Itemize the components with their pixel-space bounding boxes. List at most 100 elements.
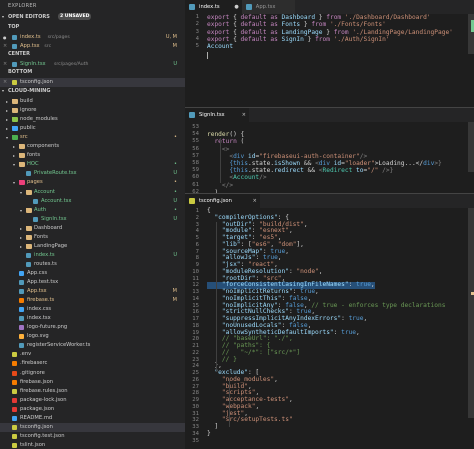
- close-icon[interactable]: ●: [3, 33, 7, 42]
- indent-guide: [216, 222, 217, 372]
- file-item[interactable]: tslint.json: [0, 441, 185, 449]
- open-editor-item[interactable]: × App.tsx src M: [0, 42, 185, 51]
- item-name: firebase.rules.json: [20, 387, 68, 394]
- code-line[interactable]: export { default as LandingPage } from '…: [207, 29, 453, 36]
- open-editors-label: OPEN EDITORS: [8, 14, 50, 20]
- editor-tab[interactable]: SignIn.tsx ×: [185, 108, 249, 122]
- file-item[interactable]: Account.tsx U: [0, 197, 185, 206]
- code-line[interactable]: export { default as SignIn } from './Aut…: [207, 36, 390, 43]
- code-line[interactable]: {this.state.isShown && <div id="loader">…: [207, 160, 441, 167]
- chevron-right-icon[interactable]: ▸: [13, 142, 15, 151]
- chevron-down-icon[interactable]: ▾: [13, 160, 15, 169]
- file-item[interactable]: .firebaserc: [0, 359, 185, 368]
- close-icon[interactable]: ×: [253, 194, 257, 208]
- file-item[interactable]: App.css: [0, 269, 185, 278]
- folder-item[interactable]: ▸ Fonts: [0, 233, 185, 242]
- chevron-right-icon[interactable]: ▸: [6, 124, 8, 133]
- code-line[interactable]: export { default as Dashboard } from './…: [207, 14, 431, 21]
- file-item[interactable]: index.ts U: [0, 251, 185, 260]
- file-item[interactable]: PrivateRoute.tsx U: [0, 169, 185, 178]
- close-icon[interactable]: ×: [3, 78, 7, 87]
- folder-item[interactable]: ▸ LandingPage: [0, 242, 185, 251]
- code-line[interactable]: <Account/>: [207, 174, 266, 181]
- open-editor-item[interactable]: ● index.ts src/pages U, M: [0, 33, 185, 42]
- file-item[interactable]: README.md: [0, 414, 185, 423]
- chevron-right-icon[interactable]: ▸: [20, 224, 22, 233]
- item-name: node_modules: [20, 116, 58, 123]
- chevron-down-icon[interactable]: ▾: [6, 133, 8, 142]
- close-icon[interactable]: ×: [3, 42, 7, 51]
- folder-item[interactable]: ▾ HOC •: [0, 160, 185, 169]
- file-item[interactable]: registerServiceWorker.ts: [0, 341, 185, 350]
- chevron-down-icon[interactable]: ▾: [2, 14, 4, 19]
- file-item[interactable]: firebase.ts M: [0, 296, 185, 305]
- chevron-right-icon[interactable]: ▸: [13, 151, 15, 160]
- modified-dot-icon[interactable]: ●: [234, 0, 238, 14]
- file-item[interactable]: .gitignore: [0, 369, 185, 378]
- item-name: tslint.json: [20, 441, 46, 448]
- file-item[interactable]: firebase.json: [0, 378, 185, 387]
- file-item[interactable]: SignIn.tsx U: [0, 215, 185, 224]
- file-icon: [33, 198, 38, 204]
- code-line[interactable]: <div id="firebaseui-auth-container"/>: [207, 153, 367, 160]
- chevron-right-icon[interactable]: ▸: [6, 115, 8, 124]
- folder-item[interactable]: ▾ Auth •: [0, 206, 185, 215]
- file-item[interactable]: firebase.rules.json: [0, 387, 185, 396]
- file-item[interactable]: routes.ts: [0, 260, 185, 269]
- folder-item[interactable]: ▸ build: [0, 97, 185, 106]
- code-line[interactable]: }: [207, 430, 211, 438]
- file-item[interactable]: .env: [0, 350, 185, 359]
- chevron-right-icon[interactable]: ▸: [20, 233, 22, 242]
- editor-scrollbar[interactable]: [468, 122, 474, 172]
- open-editor-item[interactable]: × tsconfig.json: [0, 78, 185, 87]
- chevron-down-icon[interactable]: ▾: [13, 178, 15, 187]
- editor-tab[interactable]: index.ts ●: [185, 0, 242, 14]
- folder-item[interactable]: ▾ Account •: [0, 188, 185, 197]
- code-line[interactable]: return (: [207, 138, 244, 145]
- folder-icon: [19, 153, 25, 159]
- folder-item[interactable]: ▸ ignore: [0, 106, 185, 115]
- chevron-down-icon[interactable]: ▾: [20, 206, 22, 215]
- chevron-down-icon[interactable]: ▾: [20, 188, 22, 197]
- code-line[interactable]: {this.state.redirect && <Redirect to="/"…: [207, 167, 393, 174]
- file-item[interactable]: index.css: [0, 305, 185, 314]
- file-item[interactable]: App.test.tsx: [0, 278, 185, 287]
- project-header[interactable]: ▾ CLOUD-MINING: [0, 88, 185, 95]
- folder-item[interactable]: ▾ src •: [0, 133, 185, 142]
- editor-tab[interactable]: App.tsx: [241, 0, 295, 14]
- code-line[interactable]: Account: [207, 43, 233, 50]
- code-token: .state.: [247, 167, 275, 175]
- code-token: Redirect: [322, 167, 357, 175]
- folder-item[interactable]: ▸ node_modules: [0, 115, 185, 124]
- open-editor-item[interactable]: × SignIn.tsx src/pages/Auth U: [0, 60, 185, 69]
- file-item[interactable]: logo.svg: [0, 332, 185, 341]
- file-item[interactable]: package-lock.json: [0, 396, 185, 405]
- chevron-right-icon[interactable]: ▸: [6, 97, 8, 106]
- chevron-right-icon[interactable]: ▸: [6, 106, 8, 115]
- code-line[interactable]: render() {: [207, 131, 244, 138]
- close-icon[interactable]: ×: [242, 108, 246, 122]
- folder-item[interactable]: ▸ components: [0, 142, 185, 151]
- file-item[interactable]: index.tsx: [0, 314, 185, 323]
- file-item[interactable]: tsconfig.json: [0, 422, 185, 432]
- folder-item[interactable]: ▸ fonts: [0, 151, 185, 160]
- code-token: export: [207, 14, 234, 21]
- editor-scrollbar[interactable]: [468, 208, 474, 418]
- open-editors-header[interactable]: ▾ OPEN EDITORS 2 UNSAVED: [0, 13, 185, 21]
- chevron-right-icon[interactable]: ▸: [20, 242, 22, 251]
- file-item[interactable]: package.json: [0, 405, 185, 414]
- file-item[interactable]: tsconfig.test.json: [0, 432, 185, 441]
- code-line[interactable]: "src/setupTests.ts": [207, 416, 293, 424]
- folder-item[interactable]: ▸ Dashboard: [0, 224, 185, 233]
- chevron-down-icon[interactable]: ▾: [2, 88, 4, 93]
- file-item[interactable]: App.tsx M: [0, 287, 185, 296]
- file-item[interactable]: logo-future.png: [0, 323, 185, 332]
- code-token: "loader": [344, 160, 375, 167]
- line-number: 22: [192, 349, 199, 356]
- close-icon[interactable]: ×: [3, 60, 7, 69]
- editor-tab[interactable]: tsconfig.json ×: [185, 194, 260, 208]
- folder-item[interactable]: ▾ pages •: [0, 178, 185, 187]
- folder-item[interactable]: ▸ public: [0, 124, 185, 133]
- code-line[interactable]: export { default as Fonts } from './Font…: [207, 21, 386, 28]
- code-line[interactable]: <>: [207, 146, 229, 153]
